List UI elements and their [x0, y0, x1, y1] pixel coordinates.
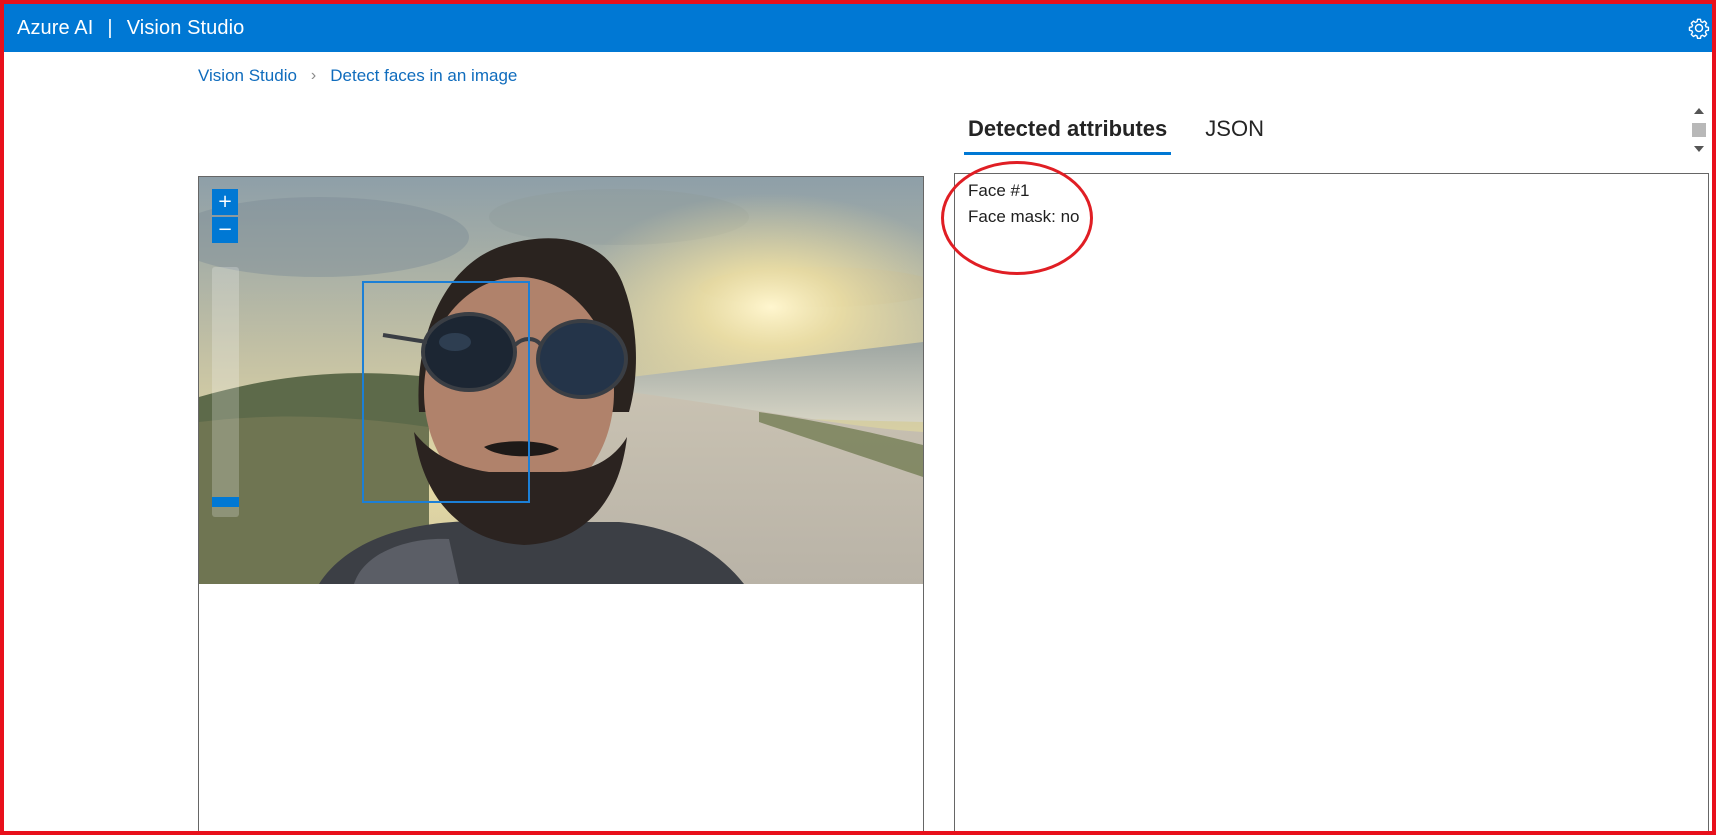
result-tabs: Detected attributes JSON [964, 110, 1298, 155]
image-viewer: + − [198, 176, 924, 835]
zoom-slider[interactable] [212, 267, 239, 517]
zoom-out-button[interactable]: − [212, 217, 238, 243]
scrollbar-thumb[interactable] [1692, 123, 1706, 137]
app-brand[interactable]: Azure AI | Vision Studio [17, 17, 244, 40]
zoom-slider-thumb[interactable] [212, 497, 239, 507]
tabs-scrollbar[interactable] [1690, 104, 1708, 156]
product-name: Vision Studio [126, 16, 245, 39]
face-photo [199, 177, 923, 584]
breadcrumb-home-link[interactable]: Vision Studio [198, 66, 297, 86]
chevron-right-icon: › [310, 67, 317, 84]
tab-detected-attributes[interactable]: Detected attributes [964, 110, 1172, 155]
brand-separator: | [107, 16, 113, 39]
scroll-down-arrow-icon[interactable] [1694, 146, 1704, 152]
tab-json[interactable]: JSON [1201, 110, 1268, 155]
face-bounding-box[interactable] [362, 281, 530, 503]
zoom-in-button[interactable]: + [212, 189, 238, 215]
gear-icon[interactable] [1688, 17, 1710, 39]
breadcrumb-current-link[interactable]: Detect faces in an image [330, 66, 517, 86]
top-app-bar: Azure AI | Vision Studio [4, 4, 1712, 52]
brand-name: Azure AI [17, 16, 94, 39]
scroll-up-arrow-icon[interactable] [1694, 108, 1704, 114]
annotation-circle [941, 161, 1093, 275]
breadcrumb: Vision Studio › Detect faces in an image [198, 66, 517, 86]
detected-attributes-panel: Face #1 Face mask: no [954, 173, 1709, 835]
